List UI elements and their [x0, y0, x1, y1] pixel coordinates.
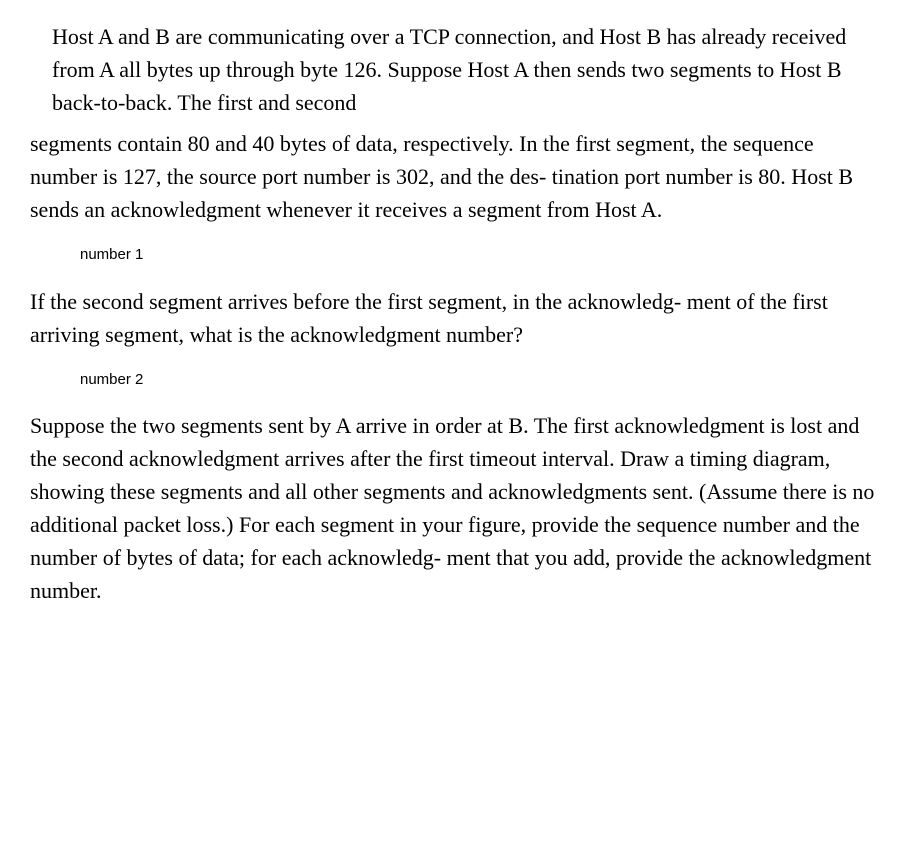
intro-paragraph-1: Host A and B are communicating over a TC…	[30, 20, 876, 119]
intro-paragraph-2: segments contain 80 and 40 bytes of data…	[30, 127, 876, 226]
label-number-2: number 2	[30, 369, 876, 392]
question-2: Suppose the two segments sent by A arriv…	[30, 409, 876, 607]
label-number-1: number 1	[30, 244, 876, 267]
question-1: If the second segment arrives before the…	[30, 285, 876, 351]
